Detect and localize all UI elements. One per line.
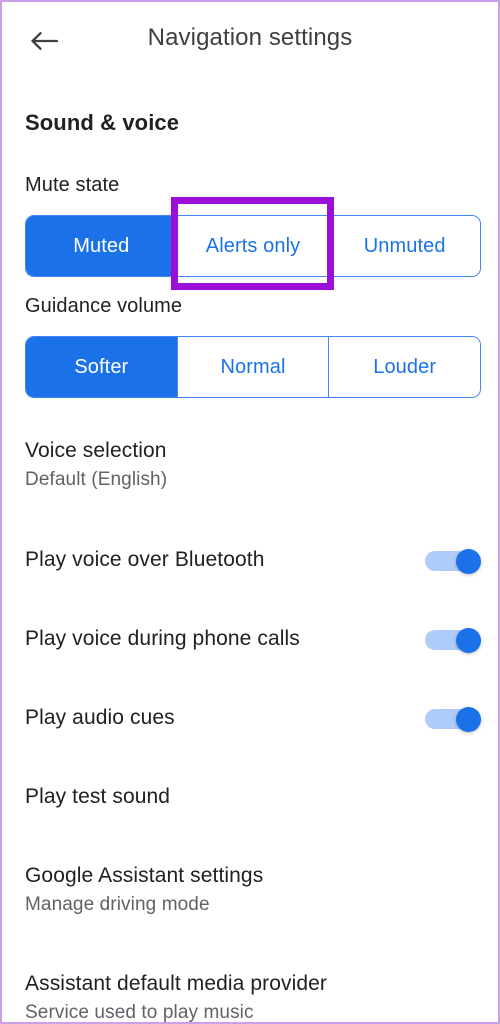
guidance-volume-option-softer[interactable]: Softer xyxy=(26,337,177,397)
guidance-volume-option-louder[interactable]: Louder xyxy=(328,337,480,397)
navigation-settings-screen: Navigation settings Sound & voice Mute s… xyxy=(0,0,500,1024)
row-play-test-sound[interactable]: Play test sound xyxy=(2,785,498,819)
guidance-volume-option-normal[interactable]: Normal xyxy=(176,337,329,397)
app-bar: Navigation settings xyxy=(2,2,498,80)
row-title: Google Assistant settings xyxy=(25,864,264,887)
row-assistant-default-media-provider[interactable]: Assistant default media provider Service… xyxy=(2,972,498,1023)
toggle-thumb xyxy=(456,707,481,732)
toggle-play-voice-during-phone-calls[interactable] xyxy=(425,628,481,653)
guidance-volume-segmented-control[interactable]: Softer Normal Louder xyxy=(25,336,481,398)
mute-state-segmented-control[interactable]: Muted Alerts only Unmuted xyxy=(25,215,481,277)
section-heading-sound-voice: Sound & voice xyxy=(25,110,180,135)
row-subtitle: Default (English) xyxy=(25,469,168,490)
toggle-thumb xyxy=(456,628,481,653)
toggle-play-voice-over-bluetooth[interactable] xyxy=(425,549,481,574)
row-title: Play audio cues xyxy=(25,706,175,729)
mute-state-label: Mute state xyxy=(25,174,120,196)
row-title: Assistant default media provider xyxy=(25,972,328,995)
toggle-play-audio-cues[interactable] xyxy=(425,707,481,732)
toggle-thumb xyxy=(456,549,481,574)
row-voice-selection[interactable]: Voice selection Default (English) xyxy=(2,439,498,497)
mute-state-option-muted[interactable]: Muted xyxy=(26,216,177,276)
row-title: Voice selection xyxy=(25,439,167,462)
row-subtitle: Manage driving mode xyxy=(25,894,210,915)
page-title: Navigation settings xyxy=(147,24,353,51)
row-play-voice-during-phone-calls[interactable]: Play voice during phone calls xyxy=(2,627,498,661)
row-title: Play test sound xyxy=(25,785,171,808)
row-title: Play voice during phone calls xyxy=(25,627,300,650)
row-title: Play voice over Bluetooth xyxy=(25,548,265,571)
row-play-audio-cues[interactable]: Play audio cues xyxy=(2,706,498,740)
row-play-voice-over-bluetooth[interactable]: Play voice over Bluetooth xyxy=(2,548,498,582)
row-google-assistant-settings[interactable]: Google Assistant settings Manage driving… xyxy=(2,864,498,922)
guidance-volume-label: Guidance volume xyxy=(25,295,183,317)
mute-state-option-unmuted[interactable]: Unmuted xyxy=(328,216,480,276)
mute-state-option-alerts-only[interactable]: Alerts only xyxy=(176,216,329,276)
row-subtitle: Service used to play music xyxy=(25,1002,254,1023)
